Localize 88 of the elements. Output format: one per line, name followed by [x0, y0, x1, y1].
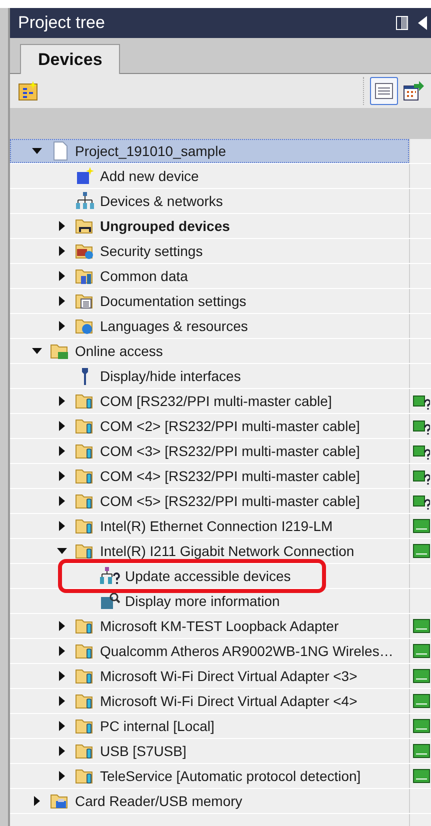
expand-arrow-icon[interactable]	[57, 446, 67, 456]
expand-arrow-icon[interactable]	[57, 421, 67, 431]
expand-arrow-icon[interactable]	[57, 521, 67, 531]
tree-item[interactable]: Intel(R) I211 Gigabit Network Connection	[10, 539, 409, 563]
expand-arrow-icon[interactable]	[57, 621, 67, 631]
tree-item-label: Display/hide interfaces	[100, 366, 241, 386]
tree-item[interactable]: PC internal [Local]	[10, 714, 409, 738]
expand-arrow-icon[interactable]	[57, 296, 67, 306]
tree-item[interactable]: Display more information	[10, 589, 409, 613]
expand-arrow-icon[interactable]	[57, 721, 67, 731]
tree-item-label: Update accessible devices	[125, 566, 291, 586]
tree-item[interactable]: Ungrouped devices	[10, 214, 409, 238]
tree-item[interactable]: COM <2> [RS232/PPI multi-master cable]	[10, 414, 409, 438]
device-magnifier-icon	[100, 591, 120, 611]
tree-item-label: Qualcomm Atheros AR9002WB-1NG Wireles…	[100, 642, 394, 661]
expand-arrow-icon[interactable]	[57, 496, 67, 506]
overview-toggle[interactable]	[370, 77, 398, 105]
tree-item[interactable]: Security settings	[10, 239, 409, 263]
collapse-arrow-icon[interactable]	[57, 546, 67, 556]
tree-item-label: TeleService [Automatic protocol detection]	[100, 766, 361, 786]
expand-arrow-icon[interactable]	[57, 221, 67, 231]
collapse-arrow-icon[interactable]	[32, 146, 42, 156]
collapse-arrow-icon[interactable]	[32, 346, 42, 356]
tree-item[interactable]: Microsoft Wi-Fi Direct Virtual Adapter <4>	[10, 689, 409, 713]
tree-item-label: USB [S7USB]	[100, 742, 186, 761]
network-icon	[100, 566, 120, 586]
expand-arrow-icon[interactable]	[57, 271, 67, 281]
tree-item-label: Common data	[100, 266, 188, 286]
tree-item[interactable]: Add new device	[10, 164, 409, 188]
devices-tab[interactable]: Devices	[20, 44, 120, 74]
tree-item-label: Security settings	[100, 242, 203, 261]
tree-item-label: Ungrouped devices	[100, 216, 230, 236]
tree-item-label: Devices & networks	[100, 192, 223, 210]
panel-title: Project tree	[18, 12, 106, 34]
tree-item[interactable]: COM <5> [RS232/PPI multi-master cable]	[10, 489, 409, 513]
tree-item-label: Microsoft KM-TEST Loopback Adapter	[100, 616, 339, 636]
tree-item[interactable]: Online access	[10, 339, 409, 363]
tree-item-label: Card Reader/USB memory	[75, 792, 242, 811]
network-icon	[75, 191, 95, 211]
expand-arrow-icon[interactable]	[57, 746, 67, 756]
tree-item-label: Microsoft Wi-Fi Direct Virtual Adapter <3>	[100, 666, 358, 686]
tree-item[interactable]: Documentation settings	[10, 289, 409, 313]
expand-arrow-icon[interactable]	[32, 796, 42, 806]
tree-item-label: Intel(R) Ethernet Connection I219-LM	[100, 516, 333, 536]
tree-item-label: Display more information	[125, 592, 280, 611]
tree-item-label: COM <3> [RS232/PPI multi-master cable]	[100, 442, 360, 461]
expand-arrow-icon[interactable]	[57, 321, 67, 331]
tree-item[interactable]: COM [RS232/PPI multi-master cable]	[10, 389, 409, 413]
tree-item-label: COM [RS232/PPI multi-master cable]	[100, 392, 332, 411]
tree-item-label: Add new device	[100, 166, 199, 186]
tree-item[interactable]: COM <4> [RS232/PPI multi-master cable]	[10, 464, 409, 488]
expand-arrow-icon[interactable]	[57, 771, 67, 781]
tree-item[interactable]: Microsoft Wi-Fi Direct Virtual Adapter <3>	[10, 664, 409, 688]
add-device-icon	[75, 166, 95, 186]
tree-item[interactable]: Common data	[10, 264, 409, 288]
expand-arrow-icon[interactable]	[57, 646, 67, 656]
split-view-icon[interactable]	[396, 16, 408, 30]
tree-item-label: PC internal [Local]	[100, 716, 214, 736]
tree-item[interactable]: Display/hide interfaces	[10, 364, 409, 388]
tree-item[interactable]: Intel(R) Ethernet Connection I219-LM	[10, 514, 409, 538]
expand-arrow-icon[interactable]	[57, 471, 67, 481]
expand-arrow-icon[interactable]	[57, 246, 67, 256]
tree-item[interactable]: Microsoft KM-TEST Loopback Adapter	[10, 614, 409, 638]
tree-item-label: Online access	[75, 342, 163, 360]
tree-item-label: COM <2> [RS232/PPI multi-master cable]	[100, 416, 360, 436]
tree-item[interactable]: TeleService [Automatic protocol detection]	[10, 764, 409, 788]
table-view-icon	[375, 83, 393, 99]
tree-item[interactable]: Card Reader/USB memory	[10, 789, 409, 813]
tree-item-label: Project_191010_sample	[75, 142, 226, 161]
collapse-panel-icon[interactable]	[418, 16, 427, 30]
export-table-icon[interactable]	[402, 80, 424, 102]
expand-arrow-icon[interactable]	[57, 671, 67, 681]
tree-item[interactable]: USB [S7USB]	[10, 739, 409, 763]
tree-item[interactable]: Project_191010_sample	[10, 139, 409, 163]
tree-item-label: COM <5> [RS232/PPI multi-master cable]	[100, 492, 360, 511]
tree-item[interactable]: Devices & networks	[10, 189, 409, 213]
tree-item-label: Documentation settings	[100, 292, 246, 311]
expand-arrow-icon[interactable]	[57, 396, 67, 406]
tree-item[interactable]: COM <3> [RS232/PPI multi-master cable]	[10, 439, 409, 463]
tree-item-label: Languages & resources	[100, 316, 248, 336]
tree-item[interactable]: Update accessible devices	[10, 564, 409, 588]
tree-item-label: Microsoft Wi-Fi Direct Virtual Adapter <4>	[100, 692, 358, 711]
tree-item-label: COM <4> [RS232/PPI multi-master cable]	[100, 466, 360, 486]
expand-arrow-icon[interactable]	[57, 696, 67, 706]
tree-item[interactable]: Qualcomm Atheros AR9002WB-1NG Wireles…	[10, 639, 409, 663]
new-folder-icon[interactable]	[17, 80, 39, 102]
tree-item-label: Intel(R) I211 Gigabit Network Connection	[100, 542, 354, 561]
tree-item[interactable]: Languages & resources	[10, 314, 409, 338]
